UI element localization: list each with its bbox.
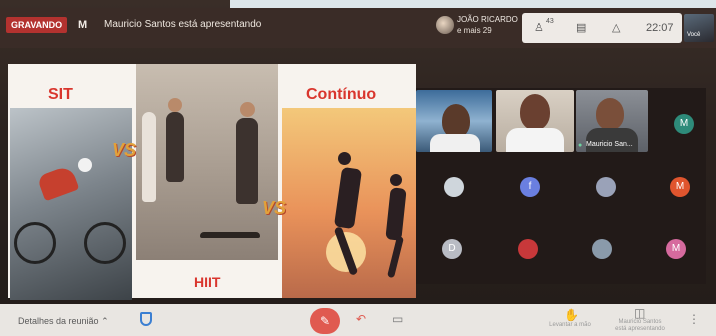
participant-face-1 [442,104,470,138]
participant-avatar[interactable] [518,239,538,259]
runner-2-head [390,174,402,186]
meet-screen: GRAVANDO M Mauricio Santos está apresent… [0,0,716,336]
activities-icon[interactable]: △ [612,22,620,34]
people-icon[interactable]: ♙ [534,22,544,34]
participant-shirt-2 [506,128,564,152]
mic-off-button[interactable]: ✎ [310,308,340,334]
gym-person-2 [236,118,258,204]
raise-hand-icon[interactable]: ✋ [564,308,579,322]
shield-icon[interactable] [140,312,152,326]
meeting-tray: ♙ 43 ▤ △ 22:07 [522,13,682,43]
slide-vs-2: VS [262,198,287,218]
participant-avatar[interactable] [596,177,616,197]
participant-avatar[interactable]: M [666,239,686,259]
participant-avatar[interactable] [592,239,612,259]
participant-face-3 [596,98,624,130]
presenting-label: Mauricio Santos está apresentando [615,319,665,332]
participant-face-2 [520,94,550,130]
participants-count: 43 [546,18,554,25]
chevron-up-icon: ⌃ [101,316,109,326]
participant-avatar[interactable]: M [674,114,694,134]
gym-person-2-head [240,102,255,117]
speaker-name: JOÃO RICARDO [457,15,518,24]
cyclist-helmet [78,158,92,172]
gym-person-1 [166,112,184,182]
gym-person-3 [142,112,156,202]
participant-shirt-1 [430,134,480,152]
present-icon[interactable]: ◫ [634,306,645,320]
slide-label-sit: SIT [48,86,73,103]
presenter-initial: M [78,19,88,31]
screen-glare [230,0,716,8]
participant-avatar[interactable]: M [670,177,690,197]
gym-person-1-head [168,98,182,112]
participant-avatar[interactable]: f [520,177,540,197]
slide-label-hiit: HIIT [194,274,221,290]
speaker-avatar[interactable] [436,16,454,34]
participant-avatar[interactable] [444,177,464,197]
camera-icon[interactable]: ▭ [392,312,403,326]
participant-shirt-3 [586,128,638,152]
bike-wheel-rear [14,222,56,264]
raise-hand-label: Levantar a mão [549,322,591,328]
chat-icon[interactable]: ▤ [576,22,586,34]
cyclist-photo [10,108,132,300]
clock: 22:07 [646,22,674,34]
presenter-status: Mauricio Santos está apresentando [104,19,262,30]
more-options-icon[interactable]: ⋮ [688,312,700,326]
recording-badge: GRAVANDO [6,17,68,33]
slide-vs-1: VS [112,140,137,160]
participant-video-1[interactable] [416,90,492,152]
speaker-more-count: e mais 29 [457,26,492,35]
participant-video-2[interactable] [496,90,574,152]
slide-label-continuo: Contínuo [306,86,377,103]
participant-avatar[interactable]: D [442,239,462,259]
bike-wheel-front [84,222,126,264]
participant-tile-name: Mauricio San... [586,141,633,148]
mic-off-icon: ✎ [319,314,331,328]
leave-call-icon[interactable]: ↶ [356,312,366,326]
runner-1-head [338,152,351,165]
meeting-details-label: Detalhes da reunião [18,316,99,326]
meeting-details-button[interactable]: Detalhes da reunião ⌃ [18,316,109,327]
self-label: Você [687,32,701,38]
gym-weights [200,232,260,238]
speaking-indicator-icon: ● [578,142,583,149]
